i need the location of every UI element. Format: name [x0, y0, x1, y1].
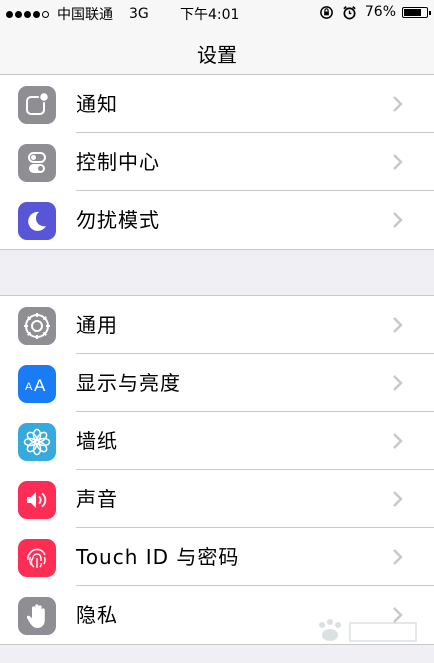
settings-row-wallpaper[interactable]: 墙纸 [0, 412, 434, 470]
settings-row-label: Touch ID 与密码 [76, 545, 240, 569]
chevron-right-icon [393, 96, 403, 112]
chevron-right-icon [393, 154, 403, 170]
chevron-right-icon [393, 549, 403, 565]
svg-text:A: A [25, 381, 33, 393]
sound-icon [18, 481, 56, 519]
settings-row-label: 隐私 [76, 603, 118, 627]
status-time: 下午4:01 [180, 7, 240, 23]
settings-row-label: 控制中心 [76, 150, 160, 174]
settings-row-control-center[interactable]: 控制中心 [0, 133, 434, 191]
settings-row-label: 勿扰模式 [76, 208, 160, 232]
rotation-lock-icon [320, 5, 333, 19]
battery-icon [402, 6, 431, 18]
touch-id-icon [18, 539, 56, 577]
chevron-right-icon [393, 375, 403, 391]
settings-row-label: 通知 [76, 92, 118, 116]
chevron-right-icon [393, 491, 403, 507]
settings-row-general[interactable]: 通用 [0, 296, 434, 354]
settings-row-notifications[interactable]: 通知 [0, 75, 434, 133]
privacy-hand-icon [18, 597, 56, 635]
control-center-icon [18, 144, 56, 182]
settings-row-label: 声音 [76, 487, 118, 511]
do-not-disturb-icon [18, 202, 56, 240]
baidu-watermark-icon [319, 619, 417, 642]
wallpaper-icon [18, 423, 56, 461]
settings-group-2: 通用 A A 显示与亮度 墙纸 声音 Touch ID 与密码 隐私 [0, 295, 434, 645]
network-type: 3G [129, 6, 149, 22]
settings-group-1: 通知 控制中心 勿扰模式 [0, 74, 434, 250]
alarm-icon [343, 5, 356, 19]
settings-row-do-not-disturb[interactable]: 勿扰模式 [0, 191, 434, 249]
display-brightness-icon: A A [18, 365, 56, 403]
carrier-name: 中国联通 [57, 7, 113, 23]
signal-strength-icon [6, 10, 51, 18]
gear-icon [18, 307, 56, 345]
settings-row-label: 通用 [76, 313, 118, 337]
notifications-icon [18, 86, 56, 124]
settings-row-touch-id-passcode[interactable]: Touch ID 与密码 [0, 528, 434, 586]
settings-row-label: 墙纸 [76, 429, 118, 453]
chevron-right-icon [393, 433, 403, 449]
chevron-right-icon [393, 317, 403, 333]
settings-row-display-brightness[interactable]: A A 显示与亮度 [0, 354, 434, 412]
settings-row-label: 显示与亮度 [76, 371, 181, 395]
battery-percentage: 76% [364, 4, 396, 20]
settings-row-sounds[interactable]: 声音 [0, 470, 434, 528]
svg-text:A: A [34, 376, 46, 394]
status-bar: 中国联通 3G 下午4:01 76% [0, 0, 434, 26]
chevron-right-icon [393, 212, 403, 228]
